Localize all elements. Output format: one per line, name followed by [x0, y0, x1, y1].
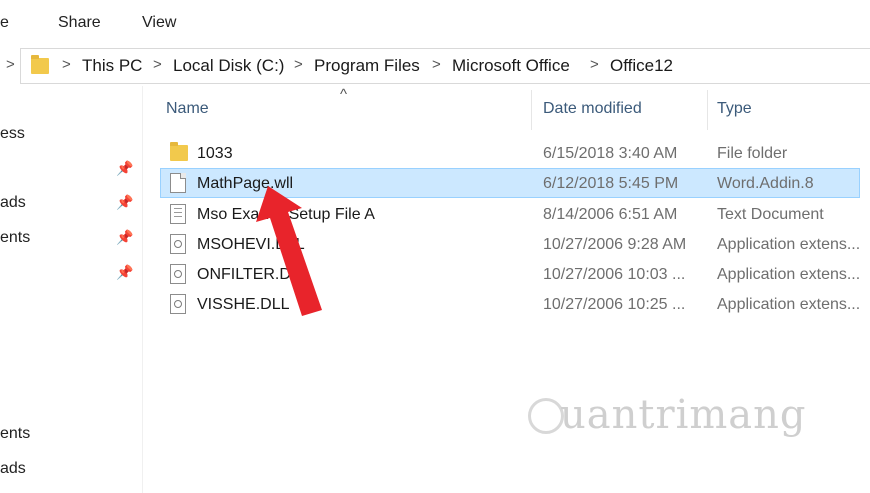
pin-icon[interactable]: 📌 — [116, 160, 133, 177]
column-header-date-modified[interactable]: Date modified — [543, 100, 642, 118]
chevron-right-icon: > — [6, 56, 15, 73]
share-tab[interactable]: Share — [58, 14, 101, 32]
file-tab[interactable]: e — [0, 14, 9, 32]
dll-icon — [170, 294, 186, 314]
file-type: Word.Addin.8 — [717, 175, 814, 192]
red-arrow-annotation — [256, 186, 322, 316]
file-date: 8/14/2006 6:51 AM — [543, 206, 678, 223]
file-type: File folder — [717, 145, 788, 162]
file-type: Application extens... — [717, 266, 861, 283]
file-date: 6/12/2018 5:45 PM — [543, 175, 679, 192]
text-file-icon — [170, 204, 186, 224]
watermark-text: uantrimang — [560, 392, 807, 438]
file-name: 1033 — [197, 145, 233, 162]
file-type: Text Document — [717, 206, 824, 223]
lightbulb-watermark-icon — [528, 398, 564, 434]
breadcrumb-microsoft-office[interactable]: Microsoft Office — [452, 56, 570, 76]
column-header-type[interactable]: Type — [717, 100, 752, 118]
breadcrumb-separator: > — [153, 56, 162, 73]
folder-icon — [170, 142, 188, 161]
nav-item-downloads[interactable]: ads — [0, 194, 26, 212]
file-date: 10/27/2006 10:03 ... — [543, 266, 686, 283]
column-header-name[interactable]: Name — [166, 100, 209, 118]
nav-item-downloads-2[interactable]: ads — [0, 460, 26, 478]
nav-item-documents-2[interactable]: ents — [0, 425, 30, 443]
file-date: 10/27/2006 10:25 ... — [543, 296, 686, 313]
breadcrumb-separator: > — [62, 56, 71, 73]
address-bar[interactable] — [20, 48, 870, 84]
column-divider[interactable] — [531, 90, 532, 130]
breadcrumb-separator: > — [432, 56, 441, 73]
breadcrumb-separator: > — [294, 56, 303, 73]
ribbon — [0, 0, 870, 47]
nav-item-quick-access[interactable]: ess — [0, 125, 25, 143]
breadcrumb-office12[interactable]: Office12 — [610, 56, 673, 76]
folder-icon — [31, 55, 49, 74]
file-icon — [170, 173, 186, 193]
breadcrumb-program-files[interactable]: Program Files — [314, 56, 420, 76]
column-divider[interactable] — [707, 90, 708, 130]
pin-icon[interactable]: 📌 — [116, 194, 133, 211]
breadcrumb-separator: > — [590, 56, 599, 73]
dll-icon — [170, 234, 186, 254]
pin-icon[interactable]: 📌 — [116, 264, 133, 281]
file-date: 6/15/2018 3:40 AM — [543, 145, 678, 162]
nav-item-documents[interactable]: ents — [0, 229, 30, 247]
file-type: Application extens... — [717, 296, 861, 313]
view-tab[interactable]: View — [142, 14, 176, 32]
pin-icon[interactable]: 📌 — [116, 229, 133, 246]
dll-icon — [170, 264, 186, 284]
file-date: 10/27/2006 9:28 AM — [543, 236, 687, 253]
breadcrumb-this-pc[interactable]: This PC — [82, 56, 142, 76]
sort-ascending-icon: ^ — [340, 86, 348, 103]
file-type: Application extens... — [717, 236, 861, 253]
breadcrumb-local-disk[interactable]: Local Disk (C:) — [173, 56, 284, 76]
